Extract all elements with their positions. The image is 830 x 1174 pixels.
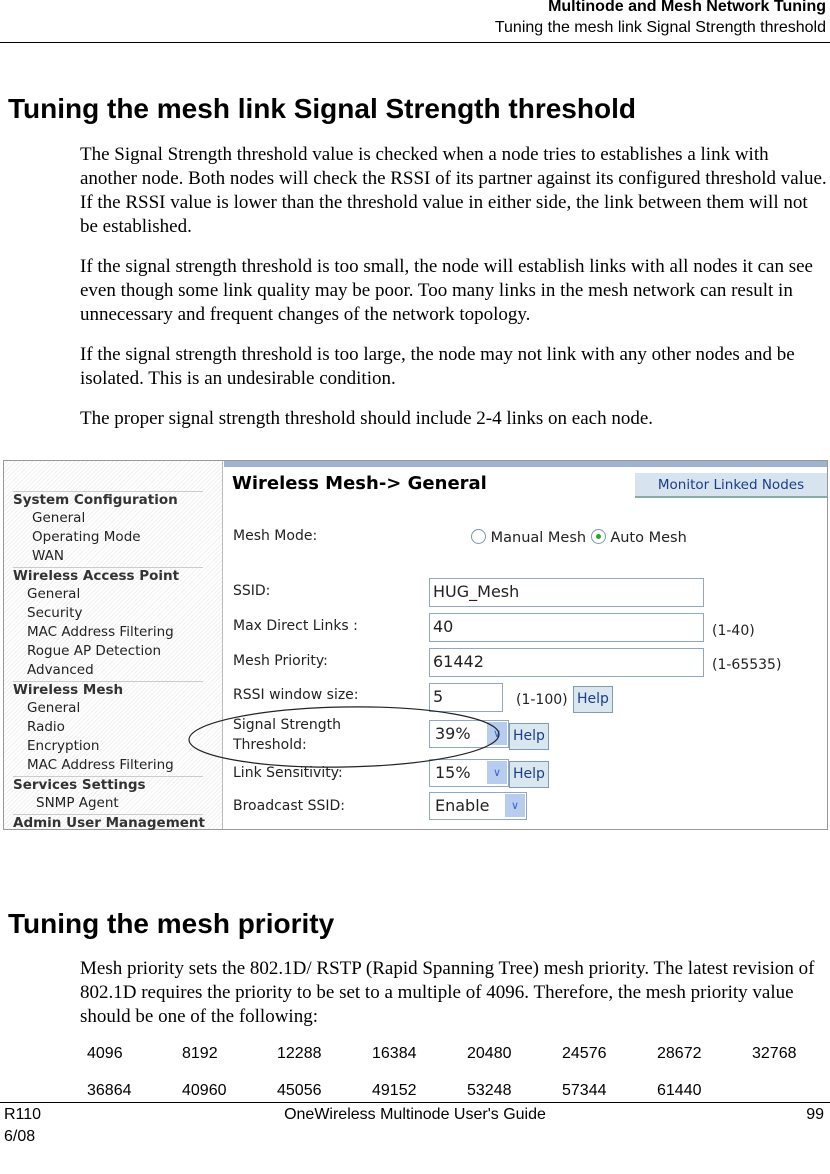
priority-value: 53248 (467, 1082, 512, 1099)
sidebar-item[interactable]: Advanced (27, 662, 94, 678)
priority-value: 8192 (182, 1045, 218, 1062)
priority-value: 32768 (752, 1045, 797, 1062)
paragraph: The proper signal strength threshold sho… (80, 408, 654, 429)
auto-mesh-label: Auto Mesh (610, 530, 687, 546)
monitor-linked-nodes-button[interactable]: Monitor Linked Nodes (635, 473, 827, 498)
max-links-label: Max Direct Links : (233, 618, 358, 634)
sidebar-group[interactable]: Services Settings (13, 776, 203, 793)
ssid-label: SSID: (233, 583, 271, 599)
manual-mesh-radio[interactable] (471, 529, 486, 544)
chevron-down-icon[interactable]: ∨ (505, 794, 525, 817)
manual-mesh-label: Manual Mesh (490, 530, 587, 546)
sidebar-item[interactable]: Security (27, 605, 82, 621)
broadcast-select[interactable]: Enable ∨ (429, 792, 527, 820)
paragraph: If the signal strength threshold is too … (80, 344, 795, 389)
sensitivity-help-button[interactable]: Help (509, 761, 549, 788)
footer-guide-title: OneWireless Multinode User's Guide (284, 1106, 546, 1123)
ssid-input[interactable]: HUG_Mesh (429, 578, 704, 607)
threshold-help-button[interactable]: Help (509, 723, 549, 750)
priority-value: 28672 (657, 1045, 702, 1062)
sidebar-item[interactable]: SNMP Agent (36, 795, 119, 811)
sidebar-group[interactable]: Wireless Mesh (13, 681, 203, 698)
sidebar-item[interactable]: General (32, 510, 85, 526)
paragraph: The Signal Strength threshold value is c… (80, 144, 827, 237)
priority-value: 49152 (372, 1082, 417, 1099)
sidebar-item[interactable]: Radio (27, 719, 65, 735)
priority-range: (1-65535) (712, 657, 782, 673)
priority-value: 20480 (467, 1045, 512, 1062)
auto-mesh-radio[interactable] (590, 529, 606, 544)
sidebar-item[interactable]: WAN (32, 548, 64, 564)
section-heading-2: Tuning the mesh priority (8, 908, 335, 939)
priority-value: 16384 (372, 1045, 417, 1062)
header-subtitle: Tuning the mesh link Signal Strength thr… (494, 19, 826, 36)
priority-value: 12288 (277, 1045, 322, 1062)
mesh-settings-screenshot: System Configuration General Operating Mod… (3, 460, 828, 831)
footer-page-number: 99 (806, 1106, 824, 1123)
rssi-range: (1-100) (516, 692, 568, 708)
priority-value: 45056 (277, 1082, 322, 1099)
sidebar-group[interactable]: Wireless Access Point (13, 567, 203, 584)
mesh-mode-radios: Manual Mesh Auto Mesh (471, 529, 687, 546)
main-panel: Wireless Mesh-> General Monitor Linked N… (224, 461, 827, 829)
priority-value: 40960 (182, 1082, 227, 1099)
footer-rule (0, 1102, 830, 1103)
priority-input[interactable]: 61442 (429, 648, 704, 677)
header-rule (0, 42, 830, 43)
max-links-range: (1-40) (712, 623, 755, 639)
mesh-mode-label: Mesh Mode: (233, 528, 318, 544)
sidebar-item[interactable]: Operating Mode (32, 529, 141, 545)
highlight-ellipse (188, 706, 500, 768)
priority-value: 57344 (562, 1082, 607, 1099)
sidebar-menu: System Configuration General Operating Mod… (4, 461, 223, 831)
priority-value: 36864 (87, 1082, 132, 1099)
sidebar-item[interactable]: Encryption (27, 738, 99, 754)
paragraph: Mesh priority sets the 802.1D/ RSTP (Rap… (80, 958, 815, 1027)
broadcast-label: Broadcast SSID: (233, 798, 345, 814)
footer-date: 6/08 (4, 1128, 36, 1145)
rssi-help-button[interactable]: Help (573, 686, 613, 713)
broadcast-value: Enable (435, 796, 490, 815)
priority-label: Mesh Priority: (233, 653, 328, 669)
section-heading: Tuning the mesh link Signal Strength thr… (8, 93, 636, 124)
page-title: Wireless Mesh-> General (232, 473, 487, 494)
sidebar-item[interactable]: MAC Address Filtering (27, 624, 174, 640)
paragraph: If the signal strength threshold is too … (80, 256, 813, 325)
sidebar-group[interactable]: Admin User Management (13, 814, 205, 831)
sidebar-item[interactable]: General (27, 700, 80, 716)
max-links-input[interactable]: 40 (429, 613, 704, 642)
sidebar-item[interactable]: General (27, 586, 80, 602)
priority-value: 24576 (562, 1045, 607, 1062)
sidebar-item[interactable]: Rogue AP Detection (27, 643, 161, 659)
sidebar-group[interactable]: System Configuration (13, 491, 203, 508)
priority-value: 61440 (657, 1082, 702, 1099)
top-bar (224, 461, 827, 467)
sidebar-item[interactable]: MAC Address Filtering (27, 757, 174, 773)
priority-value: 4096 (87, 1045, 123, 1062)
header-title: Multinode and Mesh Network Tuning (548, 0, 826, 15)
